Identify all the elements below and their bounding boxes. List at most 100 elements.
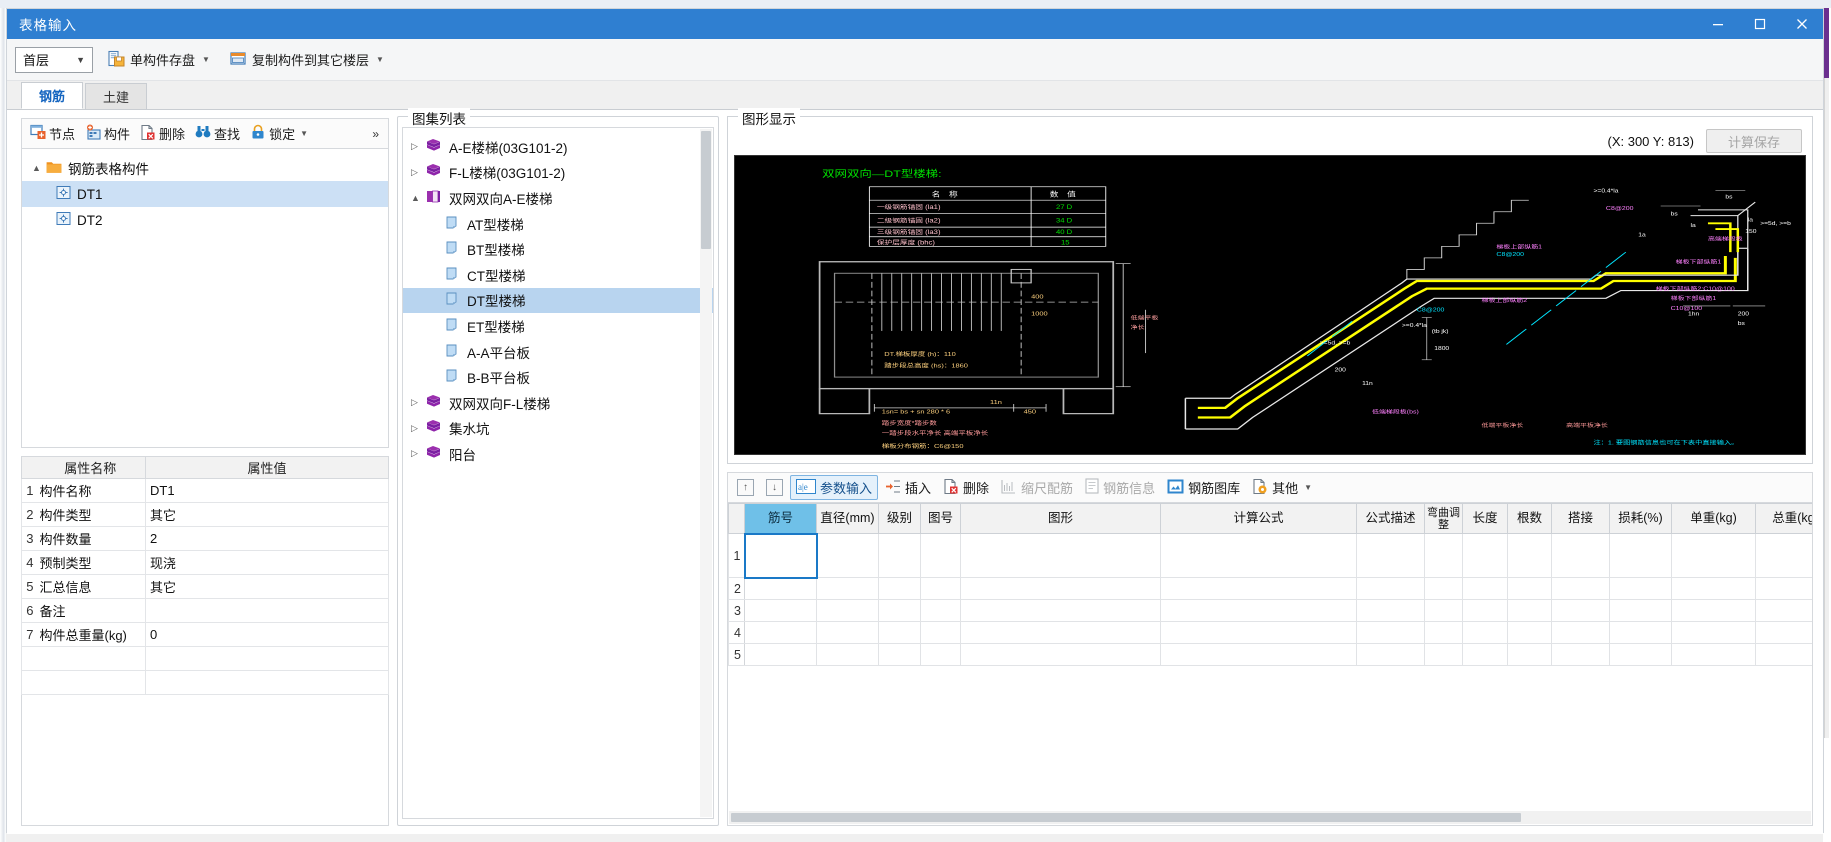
cell-length[interactable] [1462, 577, 1508, 600]
table-row[interactable]: 4 [728, 621, 1812, 644]
cell-bend-adjust[interactable] [1424, 643, 1463, 666]
rebar-info-button[interactable]: 钢筋信息 [1080, 476, 1160, 499]
calc-save-button[interactable]: 计算保存 [1706, 129, 1802, 153]
table-row[interactable]: 1 构件名称 DT1 [21, 478, 389, 503]
expander-expand-icon[interactable]: ▷ [411, 141, 425, 152]
cell-count[interactable] [1507, 643, 1552, 666]
table-row[interactable]: 5 [728, 643, 1812, 666]
cell-formula[interactable] [1160, 643, 1357, 666]
cell-shape[interactable] [960, 643, 1161, 666]
table-row[interactable]: 6 备注 [21, 598, 389, 623]
cell-unit-weight[interactable] [1671, 621, 1756, 644]
cell-rebar-no[interactable] [744, 643, 817, 666]
cell-rebar-no[interactable] [743, 532, 818, 579]
toolbar-overflow-button[interactable]: » [372, 127, 384, 141]
cell-formula-desc[interactable] [1356, 643, 1425, 666]
cell-rebar-no[interactable] [744, 577, 817, 600]
cell-loss[interactable] [1609, 599, 1672, 622]
atlas-item-at-stair[interactable]: AT型楼梯 [403, 211, 713, 237]
cell-rebar-no[interactable] [744, 621, 817, 644]
cell-formula[interactable] [1160, 533, 1357, 578]
property-value[interactable]: 其它 [145, 502, 389, 527]
cell-length[interactable] [1462, 599, 1508, 622]
cell-unit-weight[interactable] [1671, 599, 1756, 622]
move-down-button[interactable]: ↓ [761, 477, 788, 498]
property-value[interactable] [145, 598, 389, 623]
cell-loss[interactable] [1609, 643, 1672, 666]
column-header-length[interactable]: 长度 [1462, 503, 1508, 534]
chevron-down-icon[interactable]: ▼ [298, 129, 308, 138]
cell-formula[interactable] [1160, 599, 1357, 622]
cell-total-weight[interactable] [1755, 643, 1812, 666]
atlas-item-et-stair[interactable]: ET型楼梯 [403, 313, 713, 339]
atlas-item-bt-stair[interactable]: BT型楼梯 [403, 236, 713, 262]
column-header-shape[interactable]: 图形 [960, 503, 1161, 534]
expander-expand-icon[interactable]: ▷ [411, 423, 425, 434]
atlas-item-ct-stair[interactable]: CT型楼梯 [403, 262, 713, 288]
tree-item-dt2[interactable]: DT2 [22, 207, 388, 233]
cell-total-weight[interactable] [1755, 577, 1812, 600]
cell-grade[interactable] [878, 599, 921, 622]
property-value[interactable]: 0 [145, 622, 389, 647]
expander-expand-icon[interactable]: ▷ [411, 167, 425, 178]
cell-bend-adjust[interactable] [1424, 621, 1463, 644]
atlas-item-f-l-stair[interactable]: ▷ F-L楼梯(03G101-2) [403, 160, 713, 186]
atlas-item-sump[interactable]: ▷ 集水坑 [403, 416, 713, 442]
column-header-grade[interactable]: 级别 [878, 503, 921, 534]
cell-length[interactable] [1462, 643, 1508, 666]
column-header-diameter[interactable]: 直径(mm) [816, 503, 879, 534]
table-row[interactable]: 2 构件类型 其它 [21, 502, 389, 527]
cell-formula-desc[interactable] [1356, 577, 1425, 600]
column-header-unit-weight[interactable]: 单重(kg) [1671, 503, 1756, 534]
tab-rebar[interactable]: 钢筋 [21, 82, 83, 109]
cell-grade[interactable] [878, 621, 921, 644]
cell-diameter[interactable] [816, 577, 879, 600]
rebar-scrollbar-thumb[interactable] [731, 813, 1521, 822]
other-button[interactable]: 其他 ▼ [1247, 476, 1317, 499]
column-header-figure-no[interactable]: 图号 [920, 503, 961, 534]
rebar-table-wrapper[interactable]: 筋号 直径(mm) 级别 图号 图形 计算公式 公式描述 弯曲调整 长度 根数 [727, 502, 1813, 826]
chevron-down-icon[interactable]: ▼ [374, 55, 384, 64]
chevron-down-icon[interactable]: ▼ [1302, 483, 1312, 492]
cell-diameter[interactable] [816, 533, 879, 578]
cell-count[interactable] [1507, 533, 1552, 578]
cell-lap[interactable] [1551, 599, 1610, 622]
property-value[interactable]: DT1 [145, 478, 389, 503]
cell-count[interactable] [1507, 599, 1552, 622]
cell-count[interactable] [1507, 621, 1552, 644]
cell-diameter[interactable] [816, 643, 879, 666]
cell-lap[interactable] [1551, 533, 1610, 578]
column-header-loss[interactable]: 损耗(%) [1609, 503, 1672, 534]
cell-formula-desc[interactable] [1356, 533, 1425, 578]
add-component-button[interactable]: 构件 [81, 122, 134, 145]
property-value[interactable]: 其它 [145, 574, 389, 599]
cell-figure-no[interactable] [920, 577, 961, 600]
table-row[interactable]: 4 预制类型 现浇 [21, 550, 389, 575]
cell-formula-desc[interactable] [1356, 621, 1425, 644]
cell-count[interactable] [1507, 577, 1552, 600]
cell-grade[interactable] [878, 643, 921, 666]
tree-root-rebar-table-components[interactable]: ▲ 钢筋表格构件 [22, 155, 388, 181]
cell-total-weight[interactable] [1755, 533, 1812, 578]
cell-grade[interactable] [878, 533, 921, 578]
cell-shape[interactable] [960, 533, 1161, 578]
atlas-scrollbar-thumb[interactable] [701, 131, 711, 249]
cell-grade[interactable] [878, 577, 921, 600]
atlas-item-a-a-platform[interactable]: A-A平台板 [403, 339, 713, 365]
atlas-item-b-b-platform[interactable]: B-B平台板 [403, 364, 713, 390]
property-value[interactable]: 2 [145, 526, 389, 551]
cell-lap[interactable] [1551, 577, 1610, 600]
close-button[interactable] [1781, 9, 1823, 39]
column-header-total-weight[interactable]: 总重(kg) [1755, 503, 1812, 534]
maximize-button[interactable] [1739, 9, 1781, 39]
cell-unit-weight[interactable] [1671, 533, 1756, 578]
floor-select[interactable]: 首层 ▼ [15, 46, 93, 73]
scale-rebar-button[interactable]: 缩尺配筋 [996, 476, 1078, 499]
property-value[interactable]: 现浇 [145, 550, 389, 575]
add-node-button[interactable]: 节点 [26, 122, 79, 145]
atlas-item-dual-net-f-l-stair[interactable]: ▷ 双网双向F-L楼梯 [403, 390, 713, 416]
atlas-item-a-e-stair[interactable]: ▷ A-E楼梯(03G101-2) [403, 134, 713, 160]
cell-formula-desc[interactable] [1356, 599, 1425, 622]
column-header-formula-desc[interactable]: 公式描述 [1356, 503, 1425, 534]
cell-shape[interactable] [960, 577, 1161, 600]
